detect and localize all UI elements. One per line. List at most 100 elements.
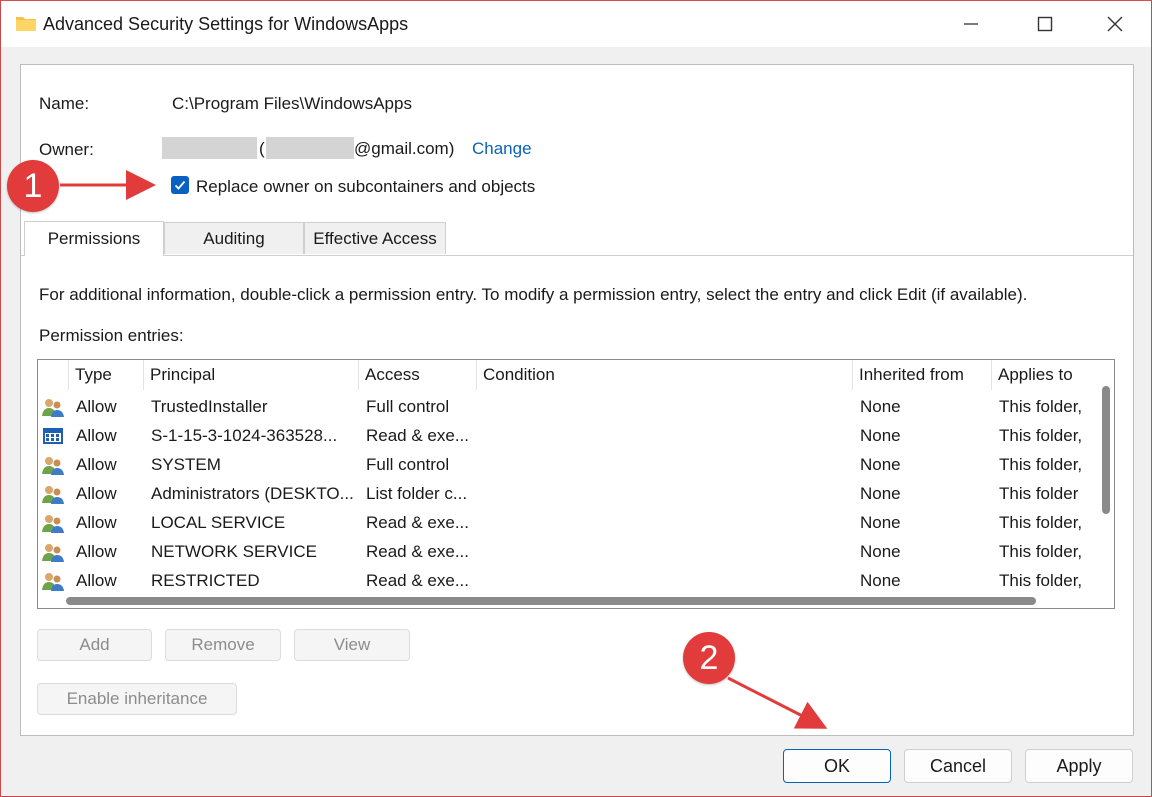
owner-email-suffix: @gmail.com) xyxy=(354,139,455,158)
table-row[interactable]: Allow S-1-15-3-1024-363528... Read & exe..… xyxy=(38,421,1098,450)
app-package-icon xyxy=(42,426,64,446)
owner-name-redacted xyxy=(162,137,257,159)
replace-owner-checkbox[interactable] xyxy=(171,176,189,194)
cell-applies: This folder, xyxy=(999,513,1083,532)
cell-access: Full control xyxy=(366,397,450,416)
cell-access: Read & exe... xyxy=(366,571,470,590)
owner-email-redacted xyxy=(266,137,354,159)
horizontal-scrollbar[interactable] xyxy=(38,592,1114,608)
cell-principal: NETWORK SERVICE xyxy=(151,542,317,561)
ok-button[interactable]: OK xyxy=(783,749,891,783)
cell-access: List folder c... xyxy=(366,484,468,503)
column-header-condition[interactable]: Condition xyxy=(477,360,853,390)
vertical-scroll-thumb[interactable] xyxy=(1102,386,1110,514)
tab-effective-access[interactable]: Effective Access xyxy=(304,222,446,254)
cell-principal: RESTRICTED xyxy=(151,571,260,590)
cell-access: Full control xyxy=(366,455,450,474)
maximize-icon xyxy=(1037,16,1053,32)
cell-applies: This folder, xyxy=(999,542,1083,561)
users-icon xyxy=(42,455,64,475)
close-icon xyxy=(1107,16,1123,32)
step-1-badge: 1 xyxy=(7,160,59,212)
horizontal-scroll-thumb[interactable] xyxy=(66,597,1036,605)
cancel-button[interactable]: Cancel xyxy=(904,749,1012,783)
cell-type: Allow xyxy=(76,397,117,416)
permission-entries-label: Permission entries: xyxy=(39,326,184,345)
table-row[interactable]: Allow Administrators (DESKTO... List folde… xyxy=(38,479,1098,508)
cell-inherited: None xyxy=(860,426,901,445)
cell-principal: S-1-15-3-1024-363528... xyxy=(151,426,338,445)
table-row[interactable]: Allow RESTRICTED Read & exe... None This fol… xyxy=(38,566,1098,595)
name-label: Name: xyxy=(39,94,90,113)
vertical-scrollbar[interactable] xyxy=(1100,360,1114,592)
remove-button[interactable]: Remove xyxy=(165,629,281,661)
column-header-applies-to[interactable]: Applies to xyxy=(992,360,1092,390)
cell-type: Allow xyxy=(76,513,117,532)
cell-type: Allow xyxy=(76,571,117,590)
users-icon xyxy=(42,397,64,417)
users-icon xyxy=(42,484,64,504)
change-owner-link[interactable]: Change xyxy=(472,139,532,159)
cell-principal: TrustedInstaller xyxy=(151,397,268,416)
cell-inherited: None xyxy=(860,513,901,532)
cell-applies: This folder xyxy=(999,484,1079,503)
settings-panel: Name: C:\Program Files\WindowsApps Owner… xyxy=(20,64,1134,736)
apply-button[interactable]: Apply xyxy=(1025,749,1133,783)
permission-entries-list[interactable]: Type Principal Access Condition Inherite… xyxy=(37,359,1115,609)
cell-type: Allow xyxy=(76,455,117,474)
cell-access: Read & exe... xyxy=(366,426,470,445)
column-header-inherited-from[interactable]: Inherited from xyxy=(853,360,992,390)
table-row[interactable]: Allow NETWORK SERVICE Read & exe... None Thi… xyxy=(38,537,1098,566)
security-settings-window: Advanced Security Settings for WindowsAp… xyxy=(0,0,1152,797)
column-header-icon[interactable] xyxy=(38,360,69,390)
cell-principal: Administrators (DESKTO... xyxy=(151,484,354,503)
column-header-type[interactable]: Type xyxy=(69,360,144,390)
table-row[interactable]: Allow LOCAL SERVICE Read & exe... None This … xyxy=(38,508,1098,537)
cell-type: Allow xyxy=(76,484,117,503)
step-2-badge: 2 xyxy=(683,632,735,684)
column-header-access[interactable]: Access xyxy=(359,360,477,390)
users-icon xyxy=(42,571,64,591)
cell-principal: LOCAL SERVICE xyxy=(151,513,286,532)
tab-permissions[interactable]: Permissions xyxy=(24,221,164,256)
enable-inheritance-button[interactable]: Enable inheritance xyxy=(37,683,237,715)
cell-applies: This folder, xyxy=(999,397,1083,416)
maximize-button[interactable] xyxy=(1015,1,1075,47)
checkmark-icon xyxy=(174,180,186,190)
scroll-corner xyxy=(1092,592,1114,608)
cell-inherited: None xyxy=(860,542,901,561)
folder-icon xyxy=(16,17,36,31)
users-icon xyxy=(42,542,64,562)
title-bar[interactable]: Advanced Security Settings for WindowsAp… xyxy=(1,1,1151,47)
cell-inherited: None xyxy=(860,484,901,503)
cell-access: Read & exe... xyxy=(366,542,470,561)
tab-auditing[interactable]: Auditing xyxy=(164,222,304,254)
users-icon xyxy=(42,513,64,533)
replace-owner-label[interactable]: Replace owner on subcontainers and objec… xyxy=(196,177,535,197)
cell-principal: SYSTEM xyxy=(151,455,221,474)
cell-applies: This folder, xyxy=(999,426,1083,445)
cell-type: Allow xyxy=(76,542,117,561)
table-row[interactable]: Allow TrustedInstaller Full control None Thi… xyxy=(38,392,1098,421)
cell-type: Allow xyxy=(76,426,117,445)
permissions-tab-page: For additional information, double-click… xyxy=(21,255,1133,735)
window-title: Advanced Security Settings for WindowsAp… xyxy=(43,14,409,34)
view-button[interactable]: View xyxy=(294,629,410,661)
cell-applies: This folder, xyxy=(999,455,1083,474)
minimize-button[interactable] xyxy=(941,1,1001,47)
owner-label: Owner: xyxy=(39,140,94,159)
close-button[interactable] xyxy=(1085,1,1145,47)
table-row[interactable]: Allow SYSTEM Full control None This folder, xyxy=(38,450,1098,479)
column-header-principal[interactable]: Principal xyxy=(144,360,359,390)
cell-applies: This folder, xyxy=(999,571,1083,590)
owner-open-paren: ( xyxy=(259,139,265,158)
cell-inherited: None xyxy=(860,571,901,590)
name-value: C:\Program Files\WindowsApps xyxy=(172,94,412,113)
cell-inherited: None xyxy=(860,397,901,416)
instructions-text: For additional information, double-click… xyxy=(39,285,1028,304)
cell-access: Read & exe... xyxy=(366,513,470,532)
cell-inherited: None xyxy=(860,455,901,474)
minimize-icon xyxy=(964,23,978,25)
add-button[interactable]: Add xyxy=(37,629,152,661)
tab-strip: Permissions Auditing Effective Access xyxy=(21,221,1133,256)
